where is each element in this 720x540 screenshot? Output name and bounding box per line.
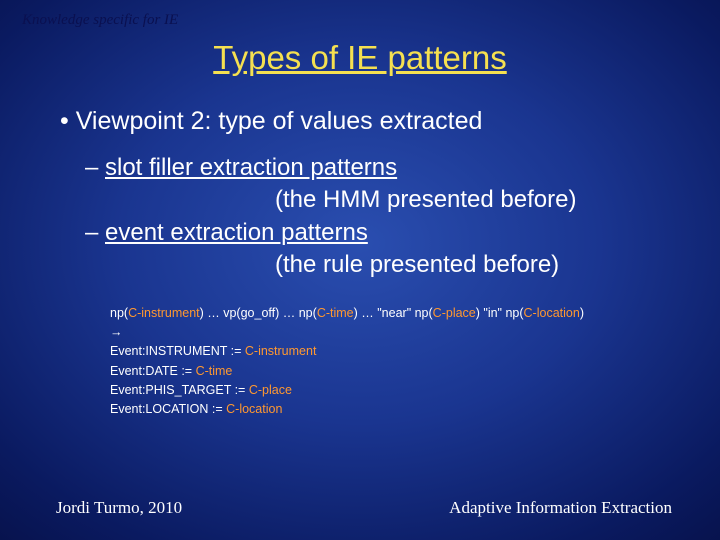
slide-content: Viewpoint 2: type of values extracted –s… [0, 77, 720, 420]
sub-item-2-detail: (the rule presented before) [275, 249, 690, 281]
slide-title: Types of IE patterns [0, 39, 720, 77]
breadcrumb: Knowledge specific for IE [0, 0, 720, 29]
sub-item-1-detail: (the HMM presented before) [275, 184, 690, 216]
footer-author: Jordi Turmo, 2010 [56, 498, 182, 518]
rule-line-6: Event:LOCATION := C-location [110, 400, 690, 419]
sub-item-2: –event extraction patterns [105, 217, 690, 249]
sub-list: –slot filler extraction patterns (the HM… [105, 152, 690, 282]
footer: Jordi Turmo, 2010 Adaptive Information E… [0, 498, 720, 518]
rule-line-arrow: → [110, 323, 690, 342]
rule-line-1: np(C-instrument) … vp(go_off) … np(C-tim… [110, 304, 690, 323]
sub-item-2-label: event extraction patterns [105, 219, 368, 246]
rule-line-4: Event:DATE := C-time [110, 362, 690, 381]
sub-item-1: –slot filler extraction patterns [105, 152, 690, 184]
main-bullet: Viewpoint 2: type of values extracted [60, 107, 690, 136]
rule-block: np(C-instrument) … vp(go_off) … np(C-tim… [110, 304, 690, 420]
rule-line-5: Event:PHIS_TARGET := C-place [110, 381, 690, 400]
sub-item-1-label: slot filler extraction patterns [105, 154, 397, 181]
footer-title: Adaptive Information Extraction [449, 498, 672, 518]
rule-line-3: Event:INSTRUMENT := C-instrument [110, 342, 690, 361]
